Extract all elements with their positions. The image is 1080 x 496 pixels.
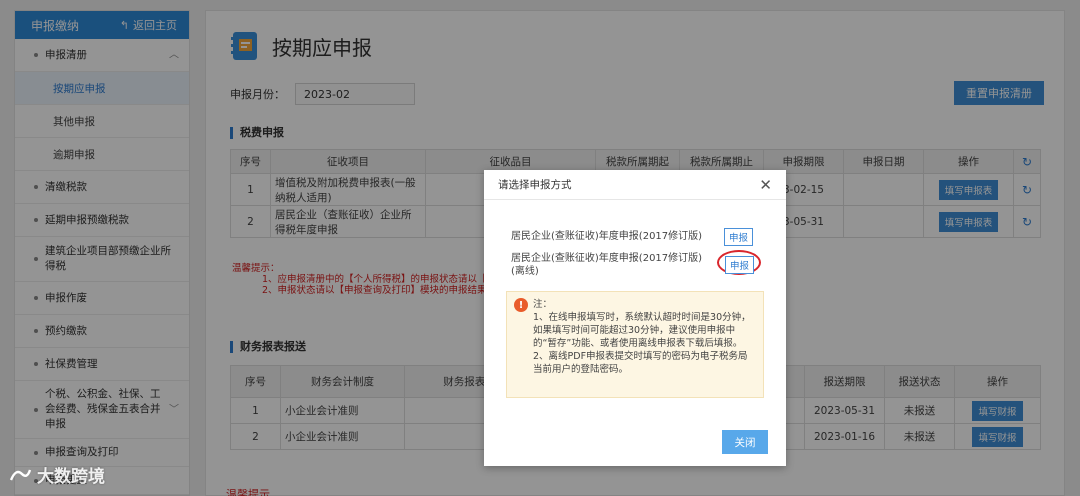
option-offline-line1: 居民企业(查账征收)年度申报(2017修订版)	[511, 253, 703, 264]
declaration-method-modal: 请选择申报方式 ✕ 居民企业(查账征收)年度申报(2017修订版) 申报 居民企…	[484, 170, 786, 466]
option-online-label: 居民企业(查账征收)年度申报(2017修订版)	[511, 231, 703, 242]
watermark-logo-icon	[9, 469, 32, 480]
declare-offline-button[interactable]: 申报	[725, 256, 755, 274]
close-button[interactable]: 关闭	[722, 430, 768, 454]
note-line-1: 1、在线申报填写时，系统默认超时时间是30分钟，如果填写时间可能超过30分钟，建…	[533, 312, 751, 349]
note-line-2: 2、离线PDF申报表提交时填写的密码为电子税务局当前用户的登陆密码。	[533, 351, 748, 375]
option-offline-line2: (离线)	[511, 266, 539, 277]
declare-online-button[interactable]: 申报	[724, 228, 754, 246]
note-box: ! 注： 1、在线申报填写时，系统默认超时时间是30分钟，如果填写时间可能超过3…	[506, 291, 764, 398]
warning-icon: !	[514, 298, 528, 312]
watermark: 大数跨境	[8, 462, 105, 487]
modal-header: 请选择申报方式 ✕	[484, 170, 786, 200]
note-title: 注：	[533, 299, 553, 310]
option-offline-label: 居民企业(查账征收)年度申报(2017修订版) (离线)	[511, 252, 702, 278]
modal-title: 请选择申报方式	[498, 179, 572, 191]
watermark-text: 大数跨境	[37, 467, 105, 487]
close-icon[interactable]: ✕	[759, 176, 772, 194]
